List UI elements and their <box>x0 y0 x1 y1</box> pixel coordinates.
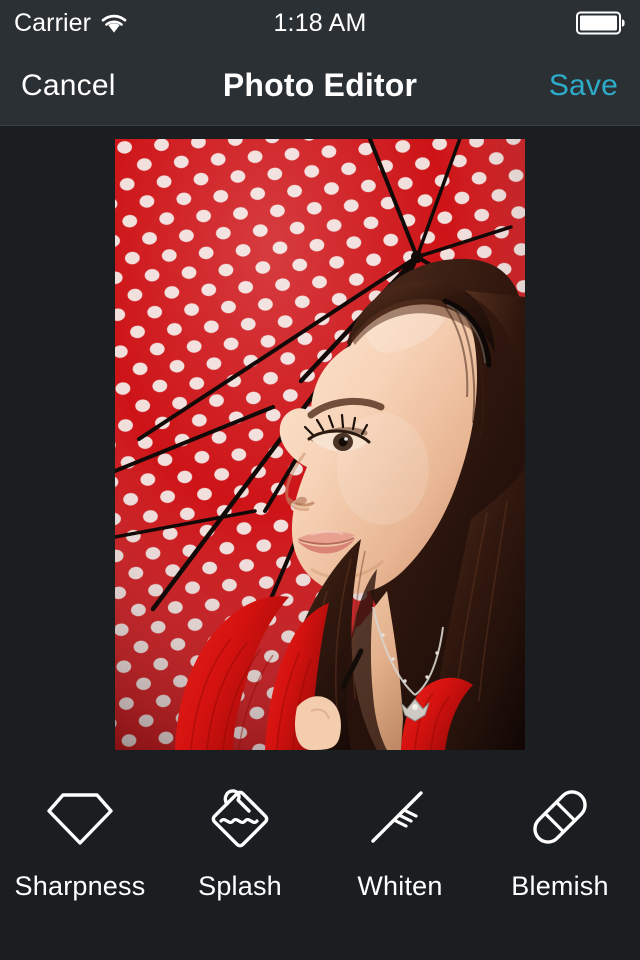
editor-toolbar: Sharpness Splash Whiten Blemish <box>0 767 640 960</box>
status-bar-right <box>367 11 626 35</box>
status-bar: Carrier 1:18 AM <box>0 0 640 46</box>
bandage-icon <box>521 782 599 852</box>
tool-blemish[interactable]: Blemish <box>480 767 640 902</box>
tool-splash[interactable]: Splash <box>160 767 320 902</box>
tool-label-blemish: Blemish <box>511 871 609 901</box>
clock-label: 1:18 AM <box>273 8 367 37</box>
water-splash-tag-icon <box>201 782 279 852</box>
toothbrush-icon <box>361 782 439 852</box>
diamond-gem-icon <box>41 782 119 852</box>
carrier-label: Carrier <box>14 8 92 37</box>
status-bar-center: 1:18 AM <box>273 9 366 38</box>
tool-label-sharpness: Sharpness <box>14 871 146 901</box>
tool-label-splash: Splash <box>198 871 282 901</box>
edited-photo[interactable] <box>115 139 525 750</box>
tool-whiten[interactable]: Whiten <box>320 767 480 902</box>
photo-canvas-area <box>0 127 640 767</box>
save-button[interactable]: Save <box>545 63 622 109</box>
tool-sharpness[interactable]: Sharpness <box>0 767 160 902</box>
wifi-icon <box>100 13 128 34</box>
photo-editor-screen: Carrier 1:18 AM Cancel Photo Editor Save… <box>0 0 640 960</box>
navigation-bar: Cancel Photo Editor Save <box>0 46 640 126</box>
status-bar-left: Carrier <box>14 9 273 38</box>
battery-full-icon <box>576 11 626 35</box>
tool-label-whiten: Whiten <box>357 871 443 901</box>
